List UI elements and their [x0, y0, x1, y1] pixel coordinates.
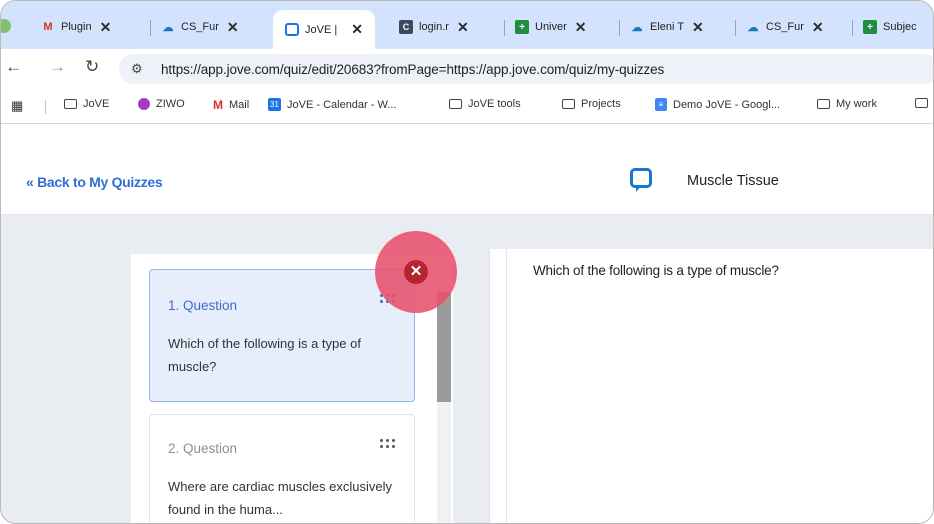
forward-arrow-icon[interactable]: → [49, 57, 66, 77]
browser-window: M Plugin ✕ ☁ CS_Fur ✕ JoVE | ✕ C login.r… [0, 0, 934, 524]
bookmark-mail[interactable]: M Mail [213, 98, 249, 112]
back-arrow-icon[interactable]: ← [5, 57, 22, 77]
tab-label: login.r [419, 21, 449, 33]
bookmark-label: Mail [229, 99, 250, 111]
bookmark-demo-jove[interactable]: ≡ Demo JoVE - Googl... [655, 98, 780, 111]
question-editor[interactable]: Which of the following is a type of musc… [506, 249, 933, 523]
bookmark-ziwo[interactable]: ZIWO [138, 98, 185, 110]
apps-grid-icon[interactable]: ▦ [11, 98, 23, 114]
close-tab-icon[interactable]: ✕ [351, 21, 363, 38]
tab-cs-fur-2[interactable]: ☁ CS_Fur ✕ [746, 12, 824, 42]
profile-avatar-icon[interactable] [1, 19, 11, 33]
bookmark-my-work[interactable]: My work [817, 98, 877, 110]
salesforce-icon: ☁ [162, 21, 174, 34]
close-tab-icon[interactable]: ✕ [100, 19, 112, 36]
address-bar[interactable]: ⚙ https://app.jove.com/quiz/edit/20683?f… [119, 54, 933, 84]
tab-plugin[interactable]: M Plugin ✕ [41, 12, 111, 42]
question-number-label: 1. Question [168, 298, 238, 313]
salesforce-icon: ☁ [747, 21, 759, 34]
bookmark-label: Projects [581, 98, 621, 110]
bookmark-label: JoVE tools [468, 98, 521, 110]
docs-icon: ≡ [655, 98, 667, 111]
tab-univer[interactable]: + Univer ✕ [515, 12, 587, 42]
folder-icon [562, 99, 575, 109]
question-card[interactable]: 1. Question Which of the following is a … [149, 269, 415, 402]
question-number-label: 2. Question [168, 441, 238, 456]
tab-label: Subjec [883, 21, 917, 33]
bookmark-projects[interactable]: Projects [562, 98, 621, 110]
tab-label: Eleni T [650, 21, 685, 33]
tab-label: Univer [535, 21, 567, 33]
gmail-icon: M [213, 98, 223, 112]
folder-icon [817, 99, 830, 109]
tab-label: CS_Fur [181, 21, 219, 33]
back-link-label: Back to My Quizzes [37, 174, 163, 190]
quiz-header: « Back to My Quizzes Muscle Tissue [1, 124, 933, 215]
sheets-icon: + [863, 20, 877, 34]
site-settings-icon[interactable]: ⚙ [131, 61, 151, 77]
double-chevron-left-icon: « [26, 174, 34, 190]
url-text[interactable]: https://app.jove.com/quiz/edit/20683?fro… [161, 62, 664, 77]
bookmark-jove[interactable]: JoVE [64, 98, 109, 110]
question-editor-panel: Which of the following is a type of musc… [489, 249, 933, 523]
folder-icon[interactable] [915, 98, 928, 108]
tab-cs-fur[interactable]: ☁ CS_Fur ✕ [161, 12, 239, 42]
tab-eleni[interactable]: ☁ Eleni T ✕ [630, 12, 704, 42]
question-preview-text: Which of the following is a type of musc… [168, 336, 361, 374]
question-preview-text: Where are cardiac muscles exclusively fo… [168, 479, 392, 517]
tab-label: JoVE | [305, 23, 338, 36]
gmail-icon: M [43, 21, 53, 33]
delete-question-close-icon[interactable]: ✕ [404, 260, 428, 284]
tab-jove-active[interactable]: JoVE | ✕ [273, 10, 375, 49]
folder-icon [449, 99, 462, 109]
quiz-title: Muscle Tissue [687, 173, 779, 189]
tab-label: CS_Fur [766, 21, 804, 33]
sheets-icon: + [515, 20, 529, 34]
close-tab-icon[interactable]: ✕ [812, 19, 824, 36]
bookmark-label: My work [836, 98, 877, 110]
question-text[interactable]: Which of the following is a type of musc… [533, 263, 779, 278]
scrollbar-thumb[interactable] [437, 292, 451, 402]
chat-bubble-icon [630, 168, 652, 192]
tab-login[interactable]: C login.r ✕ [399, 12, 469, 42]
tab-subject[interactable]: + Subjec [863, 12, 917, 42]
close-tab-icon[interactable]: ✕ [692, 19, 704, 36]
question-card[interactable]: 2. Question Where are cardiac muscles ex… [149, 414, 415, 523]
bookmark-label: Demo JoVE - Googl... [673, 98, 780, 111]
bookmark-label: JoVE [83, 98, 110, 110]
salesforce-icon: ☁ [631, 21, 643, 34]
close-tab-icon[interactable]: ✕ [457, 19, 469, 36]
bookmark-label: JoVE - Calendar - W... [287, 98, 397, 111]
reload-icon[interactable]: ↻ [85, 57, 99, 77]
bookmark-jove-tools[interactable]: JoVE tools [449, 98, 521, 110]
ziwo-icon [138, 98, 150, 110]
tab-label: Plugin [61, 21, 92, 33]
tab-strip: M Plugin ✕ ☁ CS_Fur ✕ JoVE | ✕ C login.r… [1, 1, 933, 49]
login-icon: C [399, 20, 413, 34]
browser-toolbar: ← → ↻ ⚙ https://app.jove.com/quiz/edit/2… [1, 49, 933, 89]
bookmarks-bar: ▦ JoVE ZIWO M Mail 31 JoVE - Calendar - … [1, 89, 933, 124]
close-tab-icon[interactable]: ✕ [575, 19, 587, 36]
question-list-scrollbar[interactable] [437, 284, 451, 523]
calendar-icon: 31 [268, 98, 281, 111]
back-to-quizzes-link[interactable]: « Back to My Quizzes [26, 174, 163, 190]
bookmark-calendar[interactable]: 31 JoVE - Calendar - W... [268, 98, 396, 111]
bookmark-label: ZIWO [156, 98, 185, 110]
jove-icon [285, 23, 299, 36]
drag-handle-icon[interactable] [380, 439, 396, 449]
close-tab-icon[interactable]: ✕ [227, 19, 239, 36]
folder-icon [64, 99, 77, 109]
